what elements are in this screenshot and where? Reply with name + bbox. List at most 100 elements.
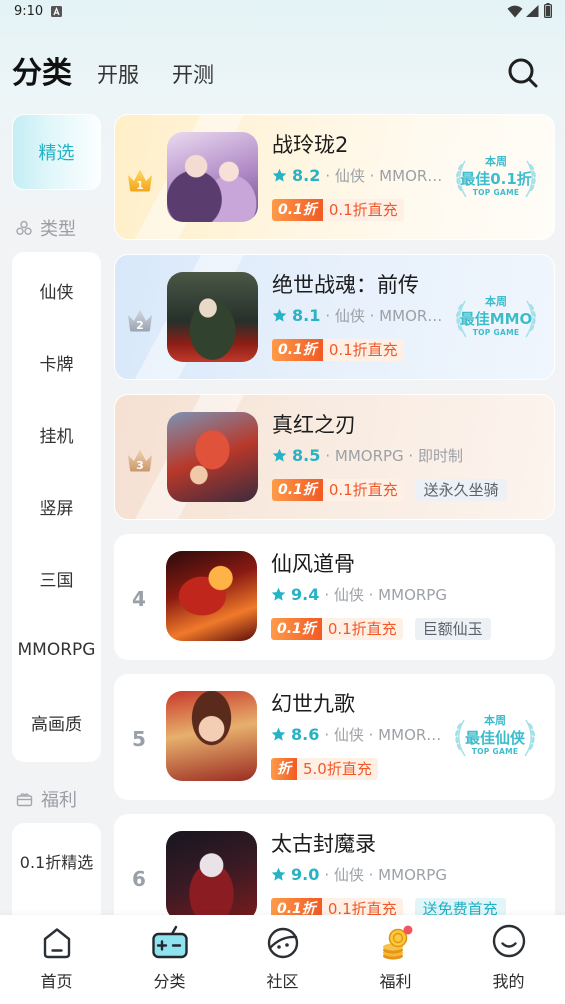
discount-tag: 折: [271, 758, 297, 780]
game-card[interactable]: 4 仙风道骨 9.4 · 仙侠 · MMORPG 0.1折 0.1折直充 巨额仙…: [114, 534, 555, 660]
nav-item-welfare[interactable]: 福利: [339, 915, 452, 1004]
game-card[interactable]: 5 幻世九歌 8.6 · 仙侠 · MMOR… 折 5.0折直充 本周 最佳仙侠…: [114, 674, 555, 800]
category-sidebar: 精选 类型 仙侠 卡牌 挂机 竖屏 三国 MMORPG 高画质 福利 0.1折精…: [12, 114, 101, 963]
game-cover-image[interactable]: [166, 691, 257, 781]
discount-tag: 0.1折: [272, 339, 323, 361]
nav-item-home[interactable]: 首页: [0, 915, 113, 1004]
rating-score: 8.1: [292, 305, 321, 325]
game-genres: · 仙侠 · MMOR…: [324, 725, 442, 744]
rank-number: 3: [136, 459, 144, 472]
category-icon: [16, 220, 32, 235]
badge-label: 最佳MMO: [459, 310, 533, 328]
rating-row: 9.0 · 仙侠 · MMORPG: [271, 863, 447, 885]
rating-score: 8.2: [292, 165, 321, 185]
type-list: 仙侠 卡牌 挂机 竖屏 三国 MMORPG 高画质: [12, 252, 101, 762]
game-title[interactable]: 真红之刃: [272, 411, 356, 439]
recharge-tag: 0.1折直充: [321, 618, 403, 640]
badge-subtitle: TOP GAME: [472, 188, 520, 197]
game-card[interactable]: 6 太古封魔录 9.0 · 仙侠 · MMORPG 0.1折 0.1折直充 送免…: [114, 814, 555, 915]
nav-label: 福利: [379, 972, 412, 991]
section-title: 福利: [41, 790, 77, 811]
recharge-tag: 0.1折直充: [322, 199, 404, 221]
game-cover-image[interactable]: [167, 272, 258, 362]
section-label-welfare: 福利: [16, 787, 77, 811]
coins-icon: [382, 925, 412, 960]
tags-row: 0.1折 0.1折直充 送免费首充: [271, 898, 506, 915]
badge-week: 本周: [485, 155, 507, 168]
battery-icon: [544, 3, 552, 18]
category-gamepad-icon: [151, 925, 188, 959]
rank-number: 1: [136, 179, 144, 192]
sidebar-item-discount-picks[interactable]: 0.1折精选: [12, 825, 101, 897]
rating-row: 9.4 · 仙侠 · MMORPG: [271, 583, 447, 605]
game-title[interactable]: 绝世战魂：前传: [272, 271, 419, 299]
nav-item-category[interactable]: 分类: [113, 915, 226, 1004]
gold-crown-icon: 1: [128, 169, 152, 192]
badge-subtitle: TOP GAME: [471, 747, 519, 756]
sidebar-item-mmorpg[interactable]: MMORPG: [12, 614, 101, 686]
rank-number: 6: [132, 867, 146, 891]
bronze-crown-icon: 3: [128, 449, 152, 472]
nav-label: 分类: [153, 972, 186, 991]
rating-score: 8.5: [292, 445, 321, 465]
rating-score: 8.6: [291, 724, 320, 744]
recharge-tag: 0.1折直充: [322, 339, 404, 361]
nav-item-community[interactable]: 社区: [226, 915, 339, 1004]
game-cover-image[interactable]: [167, 412, 258, 502]
silver-crown-icon: 2: [128, 309, 152, 332]
notification-icon: [51, 6, 62, 17]
game-card[interactable]: 3 真红之刃 8.5 · MMORPG · 即时制 0.1折 0.1折直充 送永…: [114, 394, 555, 520]
game-card[interactable]: 1 战玲珑2 8.2 · 仙侠 · MMOR… 0.1折 0.1折直充 本周 最…: [114, 114, 555, 240]
tab-kaice[interactable]: 开测: [172, 61, 214, 89]
star-icon: [271, 727, 286, 741]
game-title[interactable]: 战玲珑2: [272, 131, 348, 159]
tab-kaifu[interactable]: 开服: [97, 61, 139, 89]
star-icon: [271, 867, 286, 881]
bonus-tag: 送永久坐骑: [415, 479, 507, 501]
star-icon: [272, 168, 287, 182]
rating-score: 9.4: [291, 584, 320, 604]
sidebar-item-featured[interactable]: 精选: [12, 114, 101, 190]
badge-subtitle: TOP GAME: [472, 328, 520, 337]
search-icon[interactable]: [505, 55, 541, 91]
sidebar-item-xianxia[interactable]: 仙侠: [12, 254, 101, 326]
game-title[interactable]: 幻世九歌: [271, 690, 355, 718]
nav-item-profile[interactable]: 我的: [452, 915, 565, 1004]
sidebar-item-high-quality[interactable]: 高画质: [12, 686, 101, 758]
sidebar-item-idle[interactable]: 挂机: [12, 398, 101, 470]
game-cover-image[interactable]: [166, 831, 257, 915]
home-icon: [43, 928, 70, 959]
star-icon: [271, 587, 286, 601]
game-genres: · 仙侠 · MMOR…: [325, 166, 443, 185]
recharge-tag: 0.1折直充: [321, 898, 403, 915]
sidebar-item-card[interactable]: 卡牌: [12, 326, 101, 398]
game-genres: · 仙侠 · MMORPG: [324, 865, 447, 884]
status-time: 9:10: [14, 4, 44, 19]
tags-row: 0.1折 0.1折直充: [272, 339, 404, 361]
gift-icon: [16, 793, 33, 807]
page-title[interactable]: 分类: [12, 55, 72, 93]
game-genres: · 仙侠 · MMOR…: [325, 306, 443, 325]
sidebar-item-three-kingdoms[interactable]: 三国: [12, 542, 101, 614]
bonus-tag: 巨额仙玉: [414, 618, 491, 640]
discount-tag: 0.1折: [272, 199, 323, 221]
sidebar-item-portrait[interactable]: 竖屏: [12, 470, 101, 542]
game-cover-image[interactable]: [167, 132, 258, 222]
game-cover-image[interactable]: [166, 551, 257, 641]
badge-label: 最佳仙侠: [464, 729, 525, 747]
nav-label: 首页: [40, 972, 73, 991]
weekly-award-badge: 本周 最佳仙侠 TOP GAME: [447, 710, 543, 760]
star-icon: [272, 308, 287, 322]
tags-row: 0.1折 0.1折直充: [272, 199, 404, 221]
discount-tag: 0.1折: [272, 479, 323, 501]
wifi-icon: [507, 5, 523, 18]
game-title[interactable]: 太古封魔录: [271, 830, 376, 858]
badge-label: 最佳0.1折: [460, 170, 532, 188]
game-ranking-list: 1 战玲珑2 8.2 · 仙侠 · MMOR… 0.1折 0.1折直充 本周 最…: [114, 114, 555, 915]
recharge-tag: 0.1折直充: [322, 479, 404, 501]
game-card[interactable]: 2 绝世战魂：前传 8.1 · 仙侠 · MMOR… 0.1折 0.1折直充 本…: [114, 254, 555, 380]
bottom-nav: 首页 分类 社区 福利 我的: [0, 915, 565, 1004]
section-label-type: 类型: [16, 216, 76, 240]
game-title[interactable]: 仙风道骨: [271, 550, 355, 578]
nav-label: 我的: [492, 972, 525, 991]
